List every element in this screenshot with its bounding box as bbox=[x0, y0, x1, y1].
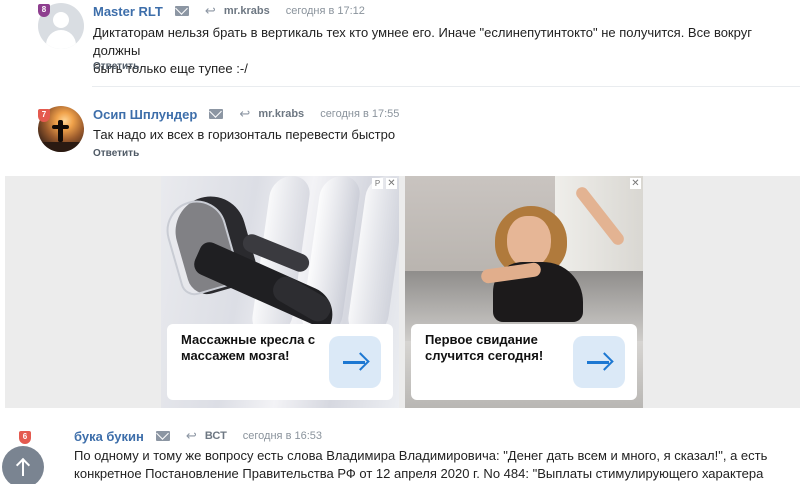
ad-panel: Массажные кресла с массажем мозга! bbox=[167, 324, 393, 400]
comment-text-line: Так надо их всех в горизонталь перевести… bbox=[93, 127, 396, 142]
username-link[interactable]: бука букин bbox=[74, 429, 144, 444]
reply-to-user[interactable]: mr.krabs bbox=[258, 108, 304, 120]
ad-card-dating[interactable]: ✕ Первое свидание случится сегодня! bbox=[405, 176, 643, 408]
mail-icon[interactable] bbox=[155, 431, 170, 441]
comment-text: Так надо их всех в горизонталь перевести… bbox=[93, 126, 793, 144]
comment-meta: Master RLT ↩ mr.krabs сегодня в 17:12 bbox=[93, 3, 365, 19]
ad-card-massage-chair[interactable]: P ✕ Массажные кресла с массажем мозга! bbox=[161, 176, 399, 408]
comment-text: Диктаторам нельзя брать в вертикаль тех … bbox=[93, 24, 793, 78]
scroll-top-button[interactable] bbox=[2, 446, 44, 484]
level-badge: 6 bbox=[19, 431, 31, 444]
divider bbox=[92, 86, 800, 87]
ad-title[interactable]: Первое свидание случится сегодня! bbox=[425, 332, 575, 364]
comment-timestamp[interactable]: сегодня в 16:53 bbox=[243, 430, 322, 442]
reply-to-user[interactable]: ВСТ bbox=[205, 430, 227, 442]
comment-text-line: Диктаторам нельзя брать в вертикаль тех … bbox=[93, 25, 752, 58]
level-badge: 8 bbox=[38, 4, 50, 17]
comment-text: По одному и тому же вопросу есть слова В… bbox=[74, 447, 794, 483]
username-link[interactable]: Master RLT bbox=[93, 4, 163, 19]
ad-panel: Первое свидание случится сегодня! bbox=[411, 324, 637, 400]
comment-meta: бука букин ↩ ВСТ сегодня в 16:53 bbox=[74, 428, 322, 444]
level-badge: 7 bbox=[38, 109, 50, 122]
comment-timestamp[interactable]: сегодня в 17:12 bbox=[286, 5, 365, 17]
reply-arrow-icon: ↩ bbox=[204, 3, 216, 18]
ad-marker-icon[interactable]: P bbox=[372, 178, 383, 189]
comment-text-line: конкретное Постановление Правительства Р… bbox=[74, 466, 764, 481]
ad-block: P ✕ Массажные кресла с массажем мозга! ✕… bbox=[5, 176, 800, 408]
comment-meta: Осип Шплундер ↩ mr.krabs сегодня в 17:55 bbox=[93, 106, 399, 122]
mail-icon[interactable] bbox=[174, 6, 189, 16]
reply-button[interactable]: Ответить bbox=[93, 61, 139, 72]
reply-arrow-icon: ↩ bbox=[239, 106, 251, 121]
mail-icon[interactable] bbox=[209, 109, 224, 119]
ad-close-icon[interactable]: ✕ bbox=[630, 178, 641, 189]
reply-arrow-icon: ↩ bbox=[185, 428, 197, 443]
username-link[interactable]: Осип Шплундер bbox=[93, 107, 197, 122]
reply-button[interactable]: Ответить bbox=[93, 148, 139, 159]
reply-to-user[interactable]: mr.krabs bbox=[224, 5, 270, 17]
comment-timestamp[interactable]: сегодня в 17:55 bbox=[320, 108, 399, 120]
arrow-right-icon[interactable] bbox=[329, 336, 381, 388]
comment-text-line: По одному и тому же вопросу есть слова В… bbox=[74, 448, 768, 463]
ad-title[interactable]: Массажные кресла с массажем мозга! bbox=[181, 332, 331, 364]
arrow-right-icon[interactable] bbox=[573, 336, 625, 388]
ad-close-icon[interactable]: ✕ bbox=[386, 178, 397, 189]
comment-text-line: быть только еще тупее :-/ bbox=[93, 61, 248, 76]
